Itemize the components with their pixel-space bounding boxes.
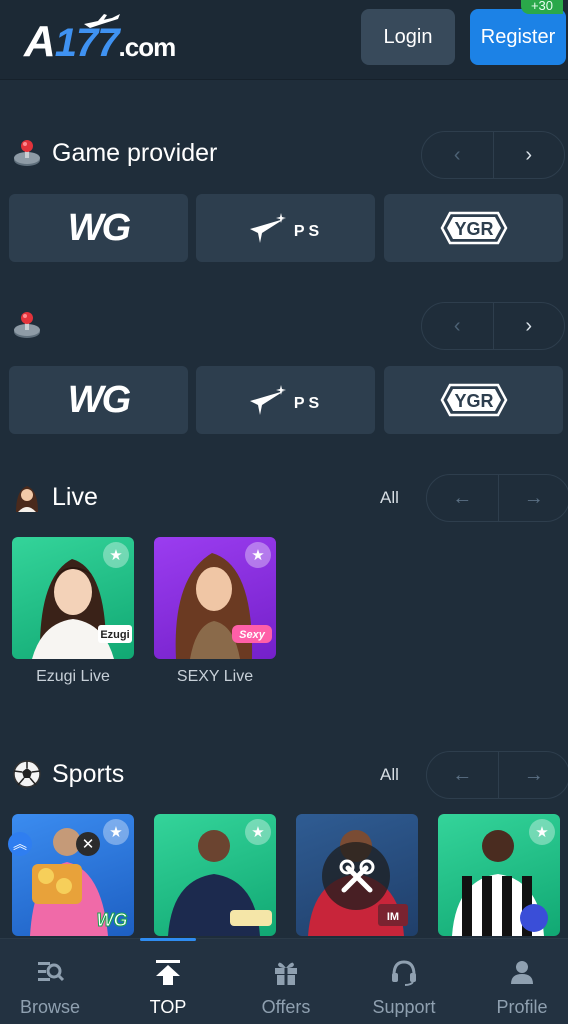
provider-card-ps[interactable]: PS xyxy=(196,366,375,434)
sports-all-link[interactable]: All xyxy=(380,765,399,785)
headset-icon xyxy=(392,960,416,986)
tab-label: Support xyxy=(372,997,436,1017)
favorite-star-icon[interactable]: ★ xyxy=(245,542,271,568)
prev-button[interactable]: ‹ xyxy=(422,303,494,349)
section-title-provider-2 xyxy=(12,310,52,340)
sports-pager: ← → xyxy=(426,751,568,799)
scroll-top-icon[interactable]: ︽ xyxy=(8,832,32,856)
game-provider-pager: ‹ › xyxy=(421,131,565,179)
next-button[interactable]: → xyxy=(499,752,568,798)
next-button[interactable]: › xyxy=(494,303,565,349)
provider-logo-ygr: YGR xyxy=(440,383,507,417)
logo-letter: A xyxy=(24,17,56,66)
section-title-text: Live xyxy=(52,482,98,511)
sports-tile-3[interactable]: IM xyxy=(296,814,418,936)
provider-2-pager: ‹ › xyxy=(421,302,565,350)
game-label: SEXY Live xyxy=(176,668,254,685)
game-label: Ezugi Live xyxy=(36,668,110,685)
close-icon[interactable]: ✕ xyxy=(76,832,100,856)
game-tile-sexy-live[interactable]: Sexy ★ xyxy=(154,537,276,659)
sports-tile-2[interactable]: ★ xyxy=(154,814,276,936)
game-tile-ezugi-live[interactable]: Ezugi ★ xyxy=(12,537,134,659)
top-icon xyxy=(156,960,180,985)
live-dealer-icon xyxy=(16,486,38,512)
register-bonus-badge: +30 xyxy=(521,0,563,14)
next-button[interactable]: → xyxy=(499,475,568,521)
register-button[interactable]: Register xyxy=(470,9,566,65)
section-title-text: Sports xyxy=(52,759,125,788)
favorite-star-icon[interactable]: ★ xyxy=(103,542,129,568)
favorite-star-icon[interactable]: ★ xyxy=(103,819,129,845)
provider-logo-ps: PS xyxy=(248,211,323,245)
svg-text:YGR: YGR xyxy=(454,219,493,239)
maintenance-tools-icon xyxy=(339,859,375,893)
provider-logo-wg: WG xyxy=(67,206,131,249)
joystick-icon xyxy=(14,312,40,338)
logo-domain: .com xyxy=(118,32,177,62)
gift-icon xyxy=(275,962,297,985)
svg-text:WG: WG xyxy=(97,910,128,930)
ps-wing-icon xyxy=(249,385,286,415)
section-title-game-provider: Game provider xyxy=(12,138,217,168)
favorite-star-icon[interactable]: ★ xyxy=(529,819,555,845)
bottom-nav: Browse TOP Offers Support Profile xyxy=(0,938,568,1024)
next-button[interactable]: › xyxy=(494,132,565,178)
live-all-link[interactable]: All xyxy=(380,488,399,508)
tab-offers[interactable]: Offers xyxy=(231,939,341,1024)
sports-tile-4[interactable]: ★ xyxy=(438,814,560,936)
user-icon xyxy=(511,961,533,984)
site-logo[interactable]: A177.com xyxy=(24,12,214,68)
svg-text:Ezugi: Ezugi xyxy=(100,629,129,641)
tab-profile[interactable]: Profile xyxy=(467,939,568,1024)
favorite-star-icon[interactable]: ★ xyxy=(245,819,271,845)
prev-button[interactable]: ← xyxy=(427,752,499,798)
top-header: A177.com Login Register +30 xyxy=(0,0,568,80)
provider-card-wg[interactable]: WG xyxy=(9,366,188,434)
svg-text:YGR: YGR xyxy=(454,391,493,411)
tab-label: TOP xyxy=(149,997,187,1017)
ps-wing-icon xyxy=(249,213,286,243)
provider-card-ygr[interactable]: YGR xyxy=(384,194,563,262)
tab-label: Profile xyxy=(496,997,548,1017)
provider-card-ygr[interactable]: YGR xyxy=(384,366,563,434)
active-tab-indicator xyxy=(140,938,196,941)
tab-browse[interactable]: Browse xyxy=(0,939,105,1024)
browse-icon xyxy=(38,962,65,982)
svg-text:IM: IM xyxy=(387,911,399,923)
prev-button[interactable]: ← xyxy=(427,475,499,521)
provider-logo-ygr: YGR xyxy=(440,211,507,245)
section-title-live: Live xyxy=(12,482,98,512)
provider-card-ps[interactable]: PS xyxy=(196,194,375,262)
section-title-text: Game provider xyxy=(52,138,218,167)
tab-label: Offers xyxy=(261,997,311,1017)
soccer-ball-icon xyxy=(13,760,41,788)
prev-button[interactable]: ‹ xyxy=(422,132,494,178)
section-title-sports: Sports xyxy=(12,759,124,789)
joystick-icon xyxy=(14,140,40,166)
login-button[interactable]: Login xyxy=(361,9,455,65)
sports-tile-1[interactable]: WG ★ xyxy=(12,814,134,936)
live-pager: ← → xyxy=(426,474,568,522)
provider-logo-ps: PS xyxy=(248,383,323,417)
tab-top[interactable]: TOP xyxy=(113,939,223,1024)
tab-label: Browse xyxy=(19,997,81,1017)
provider-logo-wg: WG xyxy=(67,378,131,421)
provider-card-wg[interactable]: WG xyxy=(9,194,188,262)
svg-text:Sexy: Sexy xyxy=(239,629,266,641)
logo-number: 177 xyxy=(54,21,120,65)
tab-support[interactable]: Support xyxy=(349,939,459,1024)
